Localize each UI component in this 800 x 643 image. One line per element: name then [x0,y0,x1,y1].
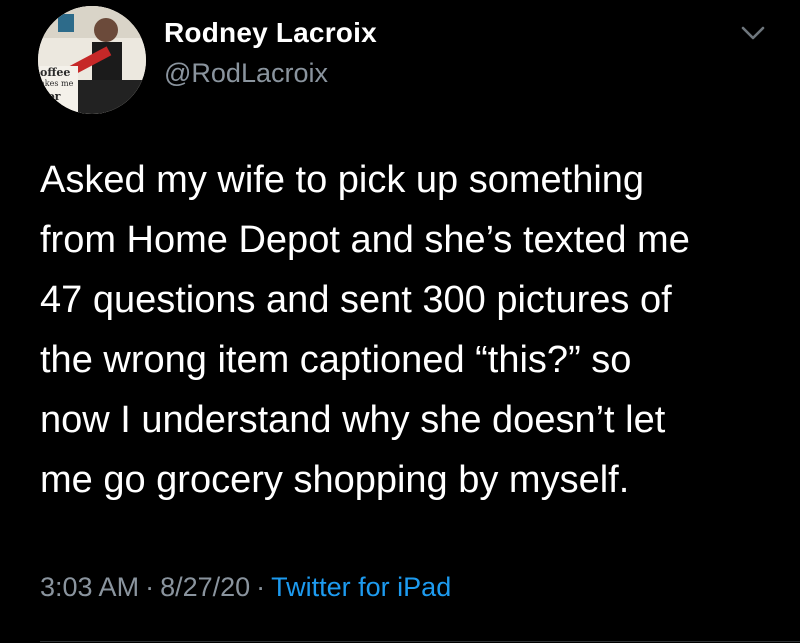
tweet-text-line: now I understand why she doesn’t let [40,399,666,441]
avatar[interactable]: offee akes me oor [38,6,146,114]
chevron-down-icon[interactable] [738,22,768,44]
tweet-text-line: from Home Depot and she’s texted me [40,219,690,261]
meta-separator: · [145,572,155,602]
tweet-time[interactable]: 3:03 AM [40,572,139,602]
tweet-text-line: Asked my wife to pick up something [40,159,645,201]
tweet-card: offee akes me oor Rodney Lacroix @RodLac… [0,0,800,643]
avatar-text-line-3: oor [40,90,61,103]
divider [40,641,800,642]
avatar-text-line-1: offee [40,66,70,79]
display-name[interactable]: Rodney Lacroix [164,17,377,49]
tweet-date[interactable]: 8/27/20 [160,572,250,602]
tweet-source-link[interactable]: Twitter for iPad [271,572,451,602]
tweet-text-line: the wrong item captioned “this?” so [40,339,632,381]
avatar-photo: offee akes me oor [38,6,146,114]
tweet-meta: 3:03 AM · 8/27/20 · Twitter for iPad [40,572,451,603]
tweet-text-line: 47 questions and sent 300 pictures of [40,279,672,321]
user-handle[interactable]: @RodLacroix [164,58,328,89]
tweet-text-line: me go grocery shopping by myself. [40,459,630,501]
avatar-text-line-2: akes me [40,79,74,88]
meta-separator: · [256,572,266,602]
tweet-text: Asked my wife to pick up something from … [40,150,770,510]
